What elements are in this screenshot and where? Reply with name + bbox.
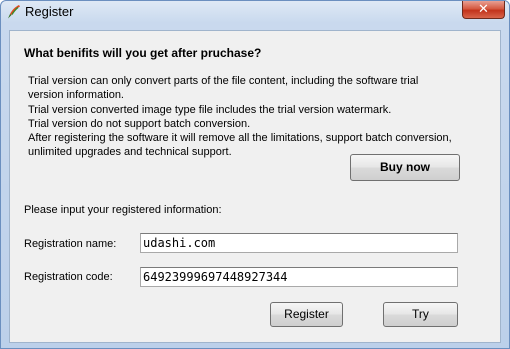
feather-pen-icon <box>8 5 20 19</box>
info-line: After registering the software it will r… <box>28 132 452 145</box>
dialog-body: What benifits will you get after pruchas… <box>9 30 501 343</box>
registration-code-input[interactable] <box>140 267 458 287</box>
close-button[interactable]: ✕ <box>462 1 505 19</box>
registration-name-input[interactable] <box>140 233 458 253</box>
info-line: Trial version converted image type file … <box>28 103 392 116</box>
register-dialog: Register ✕ What benifits will you get af… <box>0 0 510 349</box>
close-icon: ✕ <box>478 2 489 17</box>
registration-code-label: Registration code: <box>24 271 113 283</box>
window-title: Register <box>25 4 74 19</box>
registration-prompt: Please input your registered information… <box>24 204 222 216</box>
register-button[interactable]: Register <box>270 302 343 327</box>
info-line: Trial version can only convert parts of … <box>28 75 419 87</box>
buy-now-button[interactable]: Buy now <box>350 154 460 181</box>
benefits-heading: What benifits will you get after pruchas… <box>24 46 262 60</box>
try-button[interactable]: Try <box>383 302 458 327</box>
benefits-description: Trial version can only convert parts of … <box>28 74 468 160</box>
registration-name-label: Registration name: <box>24 238 117 250</box>
info-line: version information. <box>28 89 124 102</box>
info-line: Trial version do not support batch conve… <box>28 117 251 130</box>
title-bar[interactable]: Register ✕ <box>1 1 509 23</box>
